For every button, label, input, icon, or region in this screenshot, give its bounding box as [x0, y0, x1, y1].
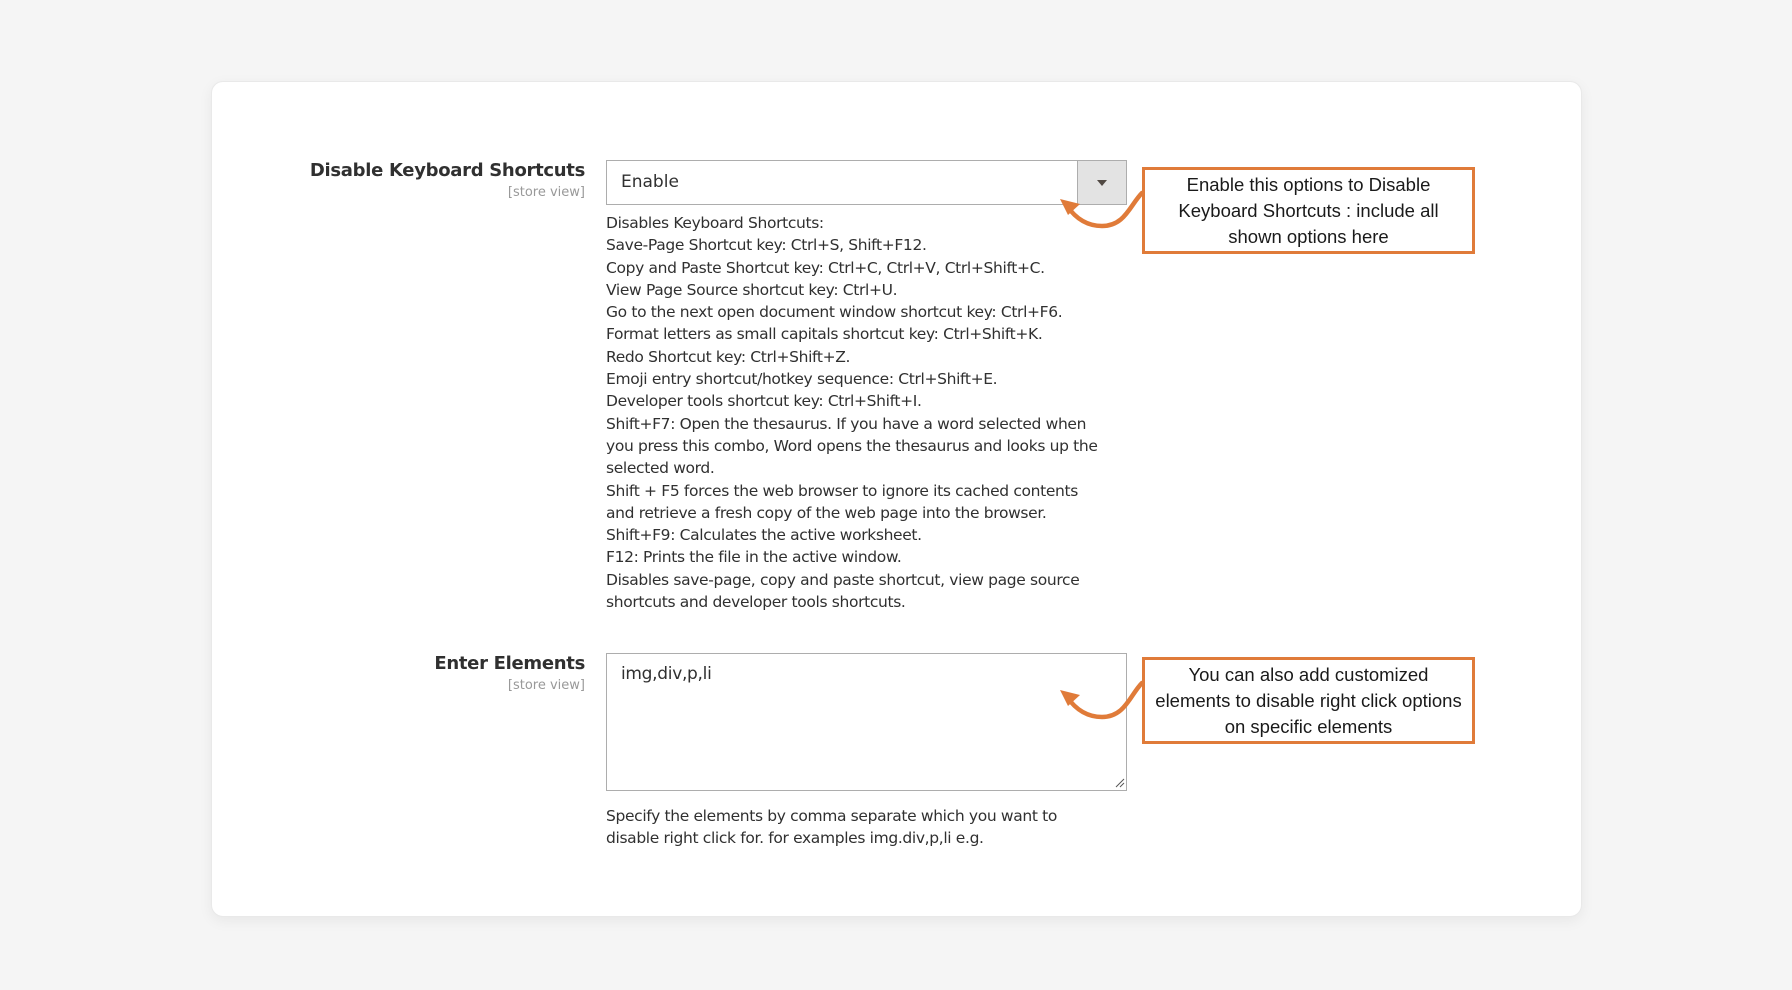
curved-arrow-icon [1060, 190, 1145, 229]
curved-arrow-icon [1060, 680, 1145, 720]
annotation-arrows [1060, 190, 1145, 720]
